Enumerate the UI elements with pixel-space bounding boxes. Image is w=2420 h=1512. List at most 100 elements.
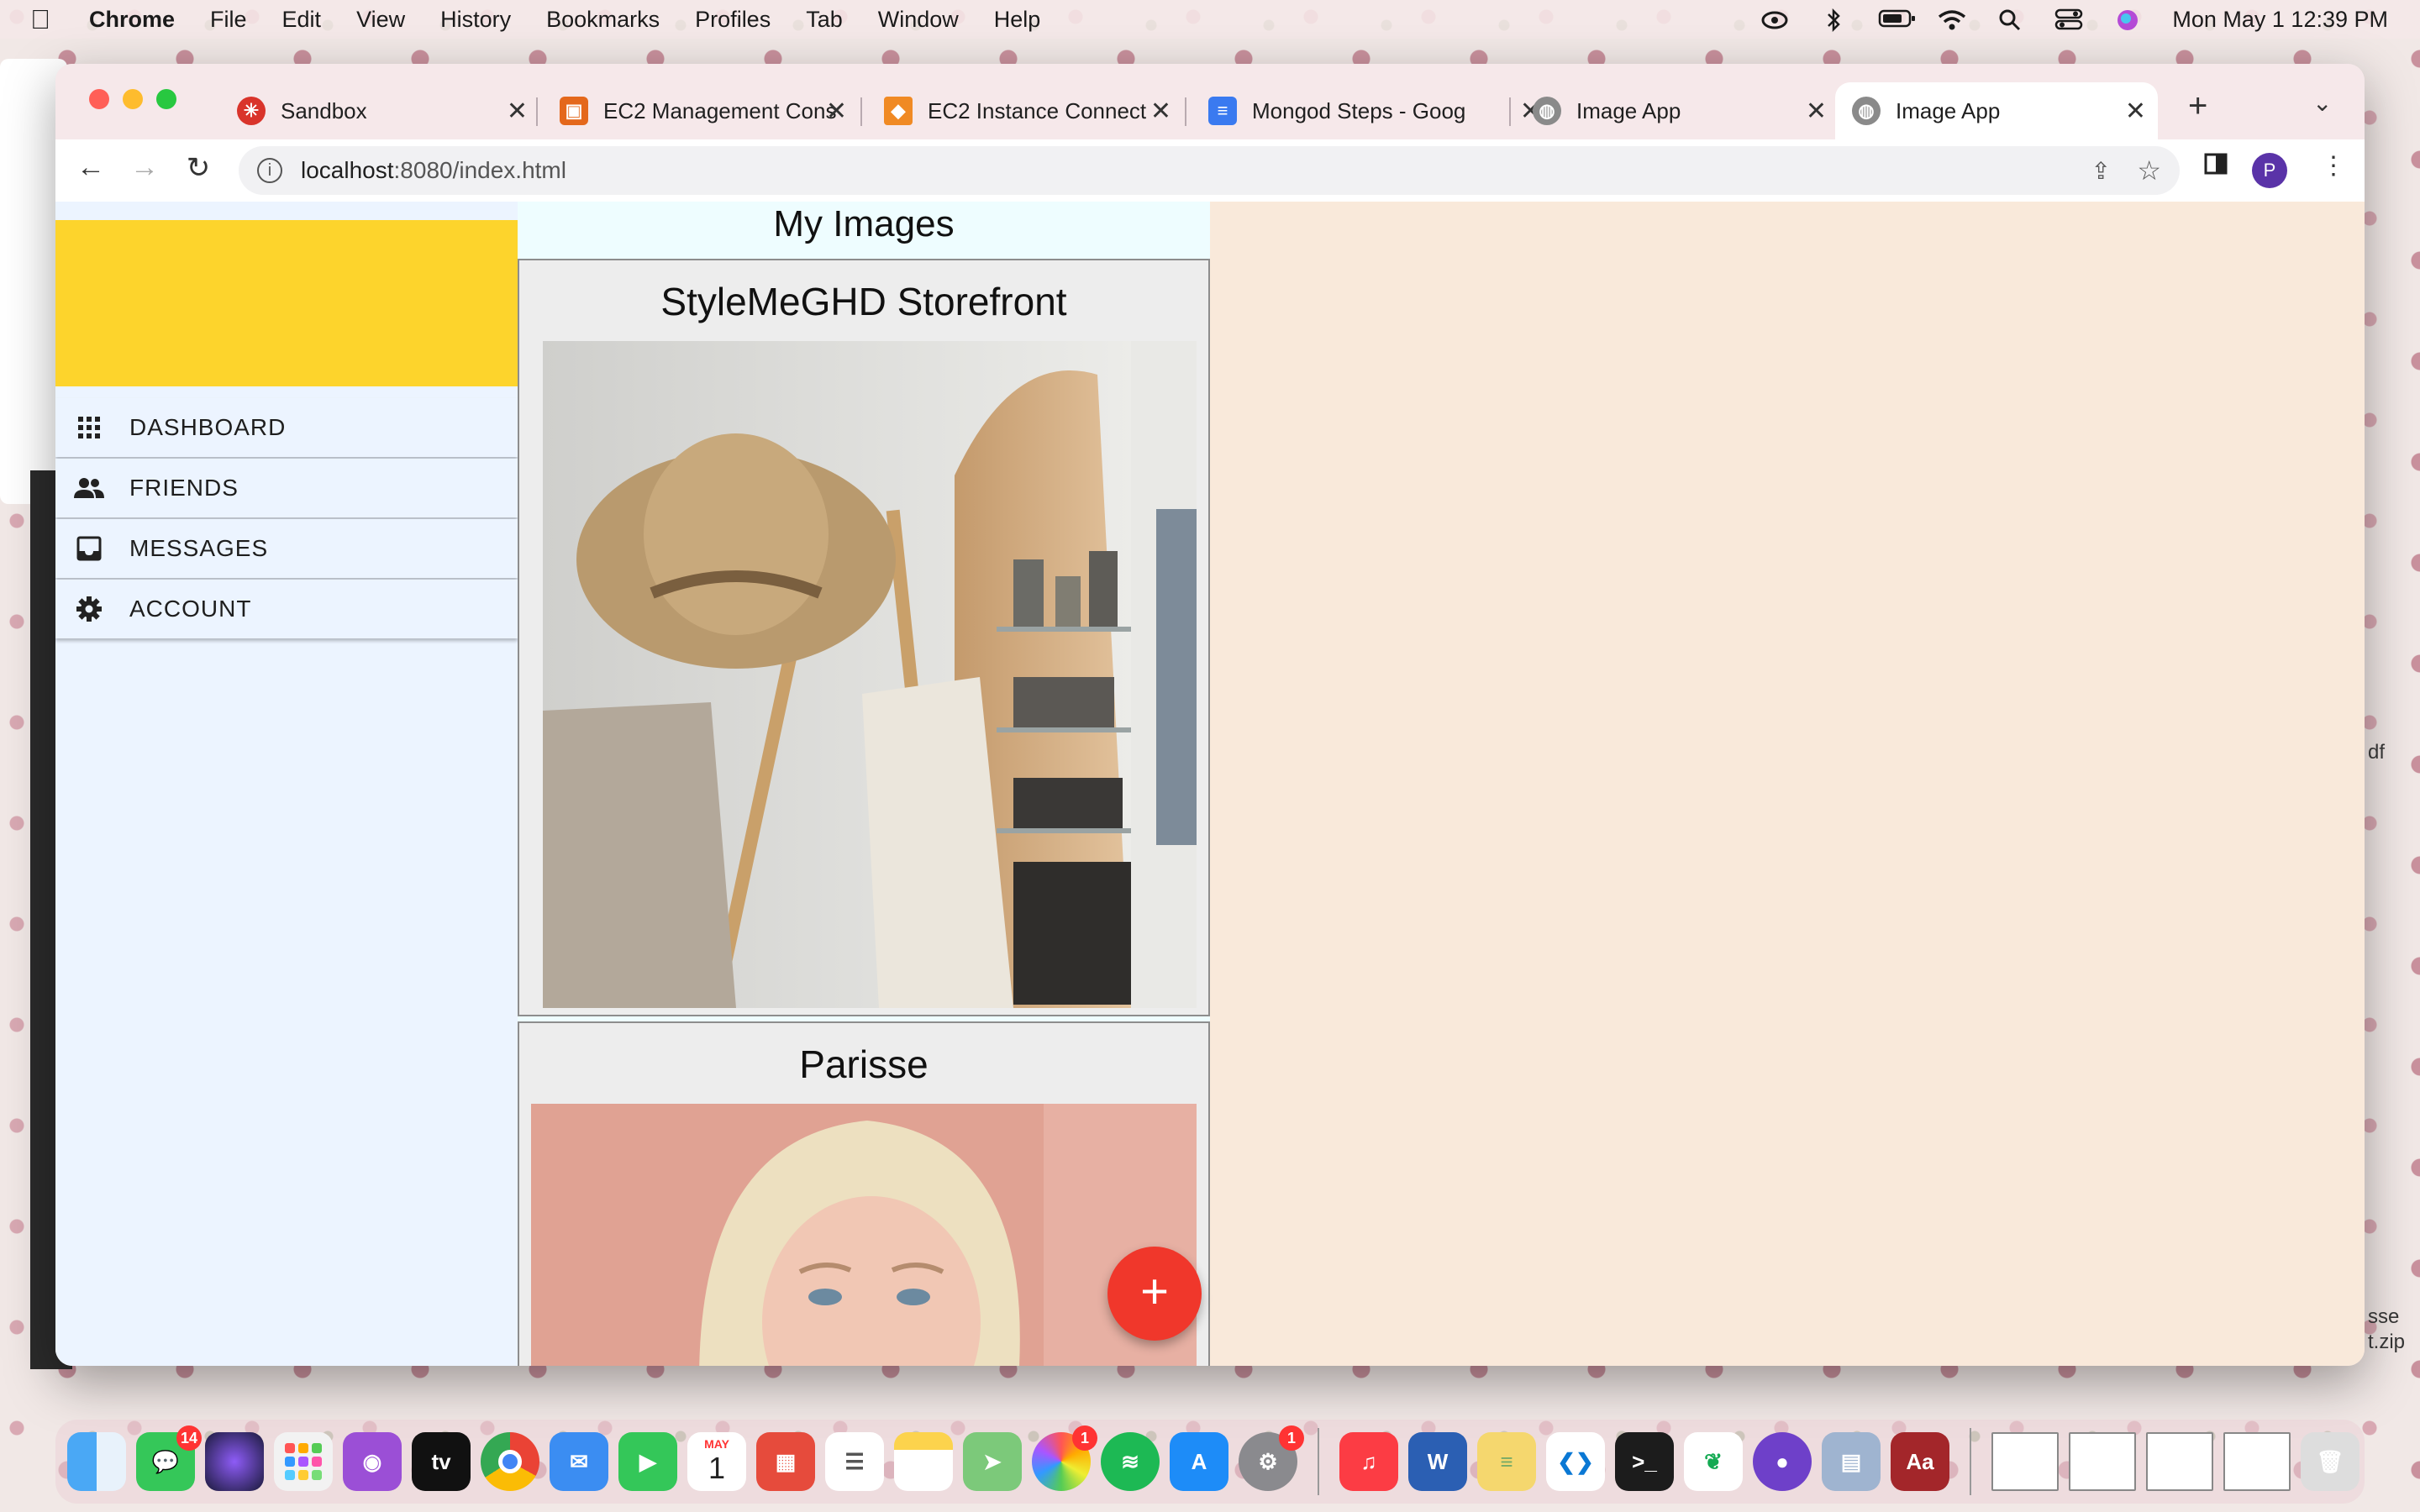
- mac-dock: 💬 14 ◉ tv ✉ ▶ MAY 1 ▦ ☰ ➤ 1 ≋ A ⚙ 1 ♫ W ≡ ❮…: [55, 1420, 2365, 1504]
- menu-view[interactable]: View: [356, 7, 405, 33]
- terminal-icon[interactable]: >_: [1615, 1432, 1674, 1491]
- sidebar-item-messages[interactable]: MESSAGES: [55, 519, 518, 578]
- preview-icon[interactable]: ▤: [1822, 1432, 1881, 1491]
- add-image-button[interactable]: +: [1107, 1247, 1202, 1341]
- new-tab-icon[interactable]: +: [2188, 87, 2207, 125]
- sidebar-item-label: DASHBOARD: [129, 414, 287, 440]
- apple-tv-icon[interactable]: tv: [412, 1432, 471, 1491]
- menu-edit[interactable]: Edit: [282, 7, 322, 33]
- image-card[interactable]: StyleMeGHD Storefront: [518, 259, 1210, 1016]
- spotify-icon[interactable]: ≋: [1101, 1432, 1160, 1491]
- sidebar-item-friends[interactable]: FRIENDS: [55, 459, 518, 517]
- tab-sandbox[interactable]: ✳ Sandbox ✕: [220, 82, 539, 139]
- music-icon[interactable]: ♫: [1339, 1432, 1398, 1491]
- reload-icon[interactable]: ↻: [180, 151, 217, 185]
- bookmark-star-icon[interactable]: ☆: [2137, 155, 2161, 186]
- reminders-icon[interactable]: ☰: [825, 1432, 884, 1491]
- site-info-icon[interactable]: i: [257, 158, 282, 183]
- spotlight-search-icon[interactable]: [1996, 8, 2024, 31]
- tab-image-app-active[interactable]: ◍ Image App ✕: [1835, 82, 2158, 139]
- close-tab-icon[interactable]: ✕: [826, 97, 847, 126]
- control-center-icon[interactable]: [2054, 8, 2083, 30]
- system-settings-icon[interactable]: ⚙ 1: [1239, 1425, 1304, 1491]
- apple-menu-icon[interactable]: : [30, 4, 60, 34]
- card-title: Parisse: [799, 1042, 929, 1086]
- profile-avatar[interactable]: P: [2252, 153, 2287, 188]
- wifi-icon[interactable]: [1937, 8, 1966, 30]
- dock-separator: [1318, 1428, 1319, 1495]
- trash-icon[interactable]: 🗑: [2301, 1432, 2360, 1491]
- images-panel: My Images StyleMeGHD Storefront Parisse: [518, 202, 1210, 1366]
- word-icon[interactable]: W: [1408, 1432, 1467, 1491]
- vscode-icon[interactable]: ❮❯: [1546, 1432, 1605, 1491]
- facetime-icon[interactable]: ▶: [618, 1432, 677, 1491]
- zoom-window-button[interactable]: [156, 89, 176, 109]
- browser-toolbar: ← → ↻ i localhost:8080/index.html ⇪ ☆ P …: [55, 139, 2365, 202]
- menu-tab[interactable]: Tab: [806, 7, 843, 33]
- menubar-app-name[interactable]: Chrome: [89, 7, 175, 33]
- tab-ec2-instance-connect[interactable]: ◆ EC2 Instance Connect ✕: [867, 82, 1183, 139]
- creative-cloud-icon[interactable]: [1760, 8, 1789, 30]
- close-tab-icon[interactable]: ✕: [507, 97, 528, 126]
- close-tab-icon[interactable]: ✕: [2125, 97, 2146, 126]
- menu-profiles[interactable]: Profiles: [695, 7, 771, 33]
- image-card[interactable]: Parisse: [518, 1021, 1210, 1366]
- menu-file[interactable]: File: [210, 7, 247, 33]
- chrome-window: ✳ Sandbox ✕ ▣ EC2 Management Cons ✕ ◆ EC…: [55, 64, 2365, 1366]
- url-text[interactable]: localhost:8080/index.html: [301, 157, 566, 184]
- tab-image-app[interactable]: ◍ Image App ✕: [1516, 82, 1839, 139]
- close-tab-icon[interactable]: ✕: [1150, 97, 1171, 126]
- calendar-icon[interactable]: MAY 1: [687, 1432, 746, 1491]
- siri-icon[interactable]: [2113, 8, 2142, 30]
- menu-bookmarks[interactable]: Bookmarks: [546, 7, 660, 33]
- sidebar-header: [55, 220, 518, 386]
- menu-help[interactable]: Help: [994, 7, 1041, 33]
- side-panel-icon[interactable]: [2203, 151, 2228, 183]
- globe-icon: ◍: [1533, 97, 1561, 125]
- minimize-window-button[interactable]: [123, 89, 143, 109]
- desktop-file-label[interactable]: t.zip: [2368, 1331, 2405, 1354]
- menu-history[interactable]: History: [440, 7, 511, 33]
- tab-search-chevron-icon[interactable]: ⌄: [2312, 89, 2332, 117]
- address-bar[interactable]: i localhost:8080/index.html ⇪ ☆: [239, 146, 2180, 195]
- desktop-file-label[interactable]: sse: [2368, 1305, 2399, 1329]
- minimized-window-thumbnail[interactable]: [2069, 1432, 2136, 1491]
- sidebar-item-dashboard[interactable]: DASHBOARD: [55, 398, 518, 457]
- minimized-window-thumbnail[interactable]: [2223, 1432, 2291, 1491]
- forward-arrow-icon[interactable]: →: [126, 151, 163, 184]
- back-arrow-icon[interactable]: ←: [72, 151, 109, 184]
- minimized-window-thumbnail[interactable]: [2146, 1432, 2213, 1491]
- dictionary-icon[interactable]: Aa: [1891, 1432, 1949, 1491]
- photos-icon[interactable]: 1: [1032, 1425, 1097, 1491]
- kebab-menu-icon[interactable]: ⋮: [2321, 151, 2346, 181]
- desktop-file-label[interactable]: df: [2368, 741, 2385, 764]
- github-desktop-icon[interactable]: ●: [1753, 1432, 1812, 1491]
- chrome-icon[interactable]: [481, 1432, 539, 1491]
- google-docs-icon: ≡: [1208, 97, 1237, 125]
- aws-ec2-icon: ◆: [884, 97, 913, 125]
- close-tab-icon[interactable]: ✕: [1806, 97, 1827, 126]
- battery-icon[interactable]: [1878, 8, 1916, 30]
- share-icon[interactable]: ⇪: [2091, 157, 2111, 185]
- maps-icon[interactable]: ➤: [963, 1432, 1022, 1491]
- app-store-icon[interactable]: A: [1170, 1432, 1228, 1491]
- notes-icon[interactable]: [894, 1432, 953, 1491]
- bluetooth-icon[interactable]: [1819, 8, 1848, 33]
- grid-icon: [74, 412, 104, 443]
- close-window-button[interactable]: [89, 89, 109, 109]
- photo-booth-icon[interactable]: ▦: [756, 1432, 815, 1491]
- mongodb-compass-icon[interactable]: ❦: [1684, 1432, 1743, 1491]
- menubar-clock[interactable]: Mon May 1 12:39 PM: [2172, 7, 2388, 33]
- tab-ec2-management[interactable]: ▣ EC2 Management Cons ✕: [543, 82, 859, 139]
- mail-icon[interactable]: ✉: [550, 1432, 608, 1491]
- launchpad-icon[interactable]: [274, 1432, 333, 1491]
- siri-app-icon[interactable]: [205, 1432, 264, 1491]
- podcasts-icon[interactable]: ◉: [343, 1432, 402, 1491]
- minimized-window-thumbnail[interactable]: [1991, 1432, 2059, 1491]
- messages-icon[interactable]: 💬 14: [136, 1425, 202, 1491]
- tab-mongod-steps[interactable]: ≡ Mongod Steps - Googl ✕: [1192, 82, 1553, 139]
- menu-window[interactable]: Window: [878, 7, 959, 33]
- finder-icon[interactable]: [67, 1432, 126, 1491]
- stickies-icon[interactable]: ≡: [1477, 1432, 1536, 1491]
- sidebar-item-account[interactable]: ACCOUNT: [55, 580, 518, 638]
